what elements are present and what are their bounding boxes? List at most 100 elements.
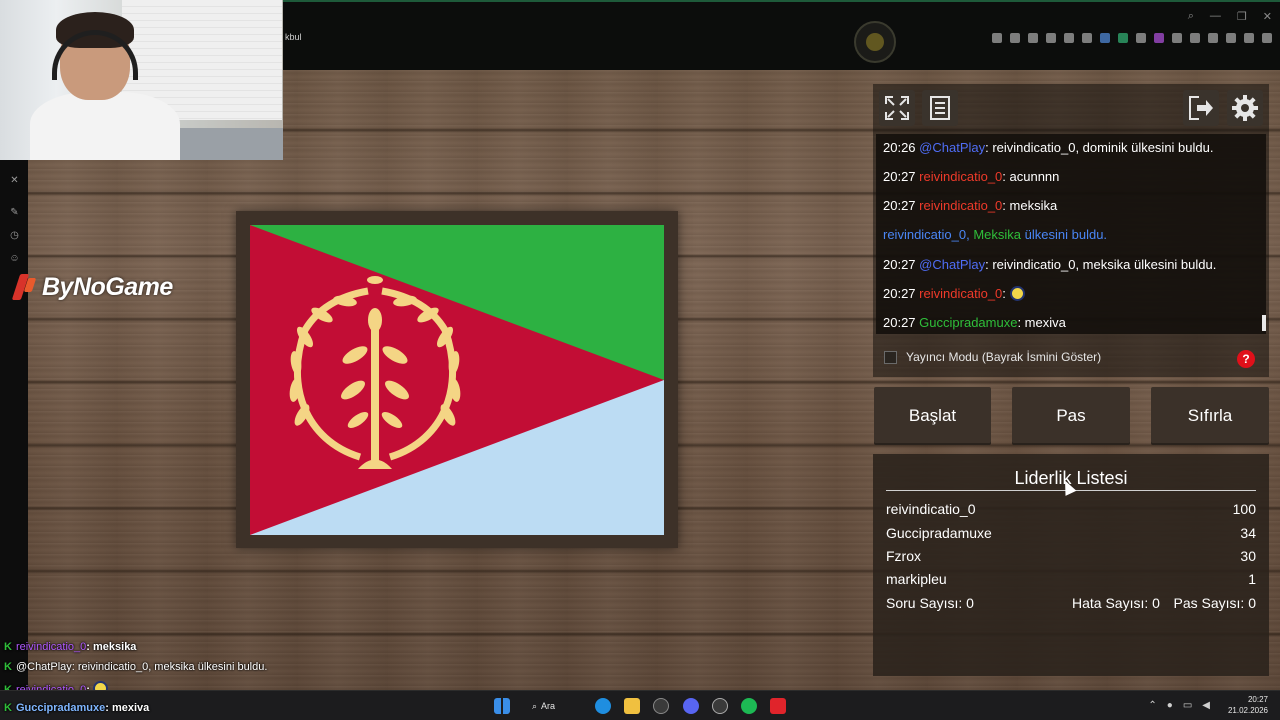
chat-time: 20:27 (883, 286, 916, 301)
chat-user: reivindicatio_0 (919, 286, 1003, 301)
spotify-icon[interactable] (741, 698, 757, 714)
overlay-chat-line: Kreivindicatio_0: meksika (4, 641, 136, 653)
player-name: Guccipradamuxe (886, 525, 992, 541)
discord-icon[interactable] (683, 698, 699, 714)
start-button[interactable]: Başlat (874, 387, 991, 445)
chat-message: 20:27 Guccipradamuxe: mexiva (883, 315, 1066, 330)
x-icon[interactable]: ✕ (9, 175, 20, 186)
chevron-up-icon[interactable]: ⌃ (1148, 700, 1156, 711)
player-score: 34 (1240, 525, 1256, 541)
ai-icon[interactable] (1244, 33, 1254, 43)
start-icon[interactable] (494, 698, 510, 714)
overlay-text: : reivindicatio_0, meksika ülkesini buld… (71, 661, 268, 673)
edge-icon[interactable] (595, 698, 611, 714)
logout-button[interactable] (1183, 90, 1219, 126)
reset-button[interactable]: Sıfırla (1151, 387, 1269, 445)
streamer-mode-checkbox[interactable] (884, 350, 897, 364)
steam-icon[interactable] (712, 698, 728, 714)
close-icon[interactable]: ✕ (1263, 10, 1272, 23)
chat-scrollbar[interactable] (1262, 315, 1266, 331)
streamer-mode-toggle[interactable]: Yayıncı Modu (Bayrak İsmini Göster) (884, 350, 1101, 364)
overlay-text: : mexiva (105, 702, 150, 714)
chat-user: @ChatPlay (919, 140, 986, 155)
search-icon[interactable]: ⌕ (1188, 10, 1194, 23)
kick-icon: K (4, 641, 12, 653)
taskbar-search[interactable]: ⌕ Ara (532, 698, 576, 714)
clock-icon[interactable]: ◷ (9, 230, 20, 241)
extension-icon[interactable] (1100, 33, 1110, 43)
obs-icon[interactable] (653, 698, 669, 714)
chat-time: 20:27 (883, 315, 916, 330)
folder-icon[interactable] (624, 698, 640, 714)
notes-button[interactable] (922, 90, 958, 126)
help-button[interactable]: ? (1237, 350, 1255, 368)
overlay-chat-line: K Guccipradamuxe: mexiva (4, 702, 149, 714)
chat-text: : meksika (1002, 198, 1058, 213)
logout-icon (1189, 96, 1213, 120)
extension-toolbar (992, 33, 1272, 43)
chat-user: reivindicatio_0 (919, 198, 1003, 213)
chat-time: 20:27 (883, 198, 916, 213)
download-icon[interactable] (1046, 33, 1056, 43)
shield-icon[interactable] (1028, 33, 1038, 43)
screenshot-icon[interactable] (1010, 33, 1020, 43)
pass-button[interactable]: Pas (1012, 387, 1130, 445)
webcam-feed (0, 0, 283, 160)
chat-time: 20:27 (883, 169, 916, 184)
reader-icon[interactable] (1262, 33, 1272, 43)
document-icon (930, 96, 950, 120)
app-icon[interactable] (770, 698, 786, 714)
emote-icon (1009, 286, 1025, 301)
chat-user: Guccipradamuxe (919, 315, 1018, 330)
leaderboard-row: Fzrox 30 (886, 548, 1256, 564)
overlay-chat-line: K @ChatPlay: reivindicatio_0, meksika ülk… (4, 661, 267, 673)
leaderboard-row: markipleu 1 (886, 571, 1256, 587)
extension-icon[interactable] (1172, 33, 1182, 43)
settings-button[interactable] (1227, 90, 1263, 126)
bynogame-logo: ByNoGame (12, 272, 173, 302)
extension-icon[interactable] (1208, 33, 1218, 43)
chat-message: 20:27 reivindicatio_0: meksika (883, 198, 1057, 213)
taskbar: ⌕ Ara ⌃ ● ▭ ◀ 20:27 21.02.2026 (0, 690, 1280, 720)
chat-log[interactable]: 20:26 @ChatPlay: reivindicatio_0, domini… (876, 134, 1266, 334)
logo-text: ByNoGame (42, 272, 173, 301)
streamer-mode-label: Yayıncı Modu (Bayrak İsmini Göster) (906, 350, 1102, 364)
extension-icon[interactable] (1136, 33, 1146, 43)
extension-icon[interactable] (1190, 33, 1200, 43)
window-title-fragment: kbul (285, 32, 302, 42)
team-crest-icon (854, 21, 896, 63)
chat-time: 20:26 (883, 140, 916, 155)
microphone-icon[interactable]: ● (1167, 700, 1173, 711)
chat-message: 20:27 reivindicatio_0: (883, 286, 1025, 301)
heart-icon[interactable] (1082, 33, 1092, 43)
window-controls: ⌕ — ❐ ✕ (1188, 10, 1272, 23)
volume-icon[interactable]: ◀ (1202, 700, 1210, 711)
stream-screen: kbul ⌕ — ❐ ✕ ✕ ✎ ◷ ☺ ByNoGame 20:26 @Cha… (0, 0, 1280, 720)
pass-count: Pas Sayısı: 0 (1173, 595, 1256, 611)
network-icon[interactable]: ▭ (1183, 700, 1192, 711)
chat-message: 20:27 reivindicatio_0: acunnnn (883, 169, 1059, 184)
fullscreen-icon (885, 96, 909, 120)
brush-icon[interactable]: ✎ (9, 207, 20, 218)
extension-icon[interactable] (1118, 33, 1128, 43)
bot-icon[interactable]: ☺ (9, 253, 20, 264)
extension-icon[interactable] (1226, 33, 1236, 43)
pin-icon[interactable] (992, 33, 1002, 43)
minimize-icon[interactable]: — (1210, 10, 1221, 23)
system-message: reivindicatio_0, Meksika ülkesini buldu. (883, 227, 1107, 242)
player-name: Fzrox (886, 548, 921, 564)
chat-user: reivindicatio_0 (919, 169, 1003, 184)
chat-message: 20:26 @ChatPlay: reivindicatio_0, domini… (883, 140, 1213, 155)
flag-image (250, 225, 664, 535)
fullscreen-button[interactable] (879, 90, 915, 126)
chat-text: : reivindicatio_0, dominik ülkesini buld… (985, 140, 1214, 155)
play-icon[interactable] (1064, 33, 1074, 43)
clock-time: 20:27 (1247, 695, 1268, 704)
clock[interactable]: 20:27 21.02.2026 (1228, 694, 1268, 716)
player-name: markipleu (886, 571, 947, 587)
restore-icon[interactable]: ❐ (1237, 10, 1247, 23)
streamer-body (30, 92, 180, 160)
chat-user: @ChatPlay (919, 257, 986, 272)
extension-icon[interactable] (1154, 33, 1164, 43)
player-score: 30 (1240, 548, 1256, 564)
